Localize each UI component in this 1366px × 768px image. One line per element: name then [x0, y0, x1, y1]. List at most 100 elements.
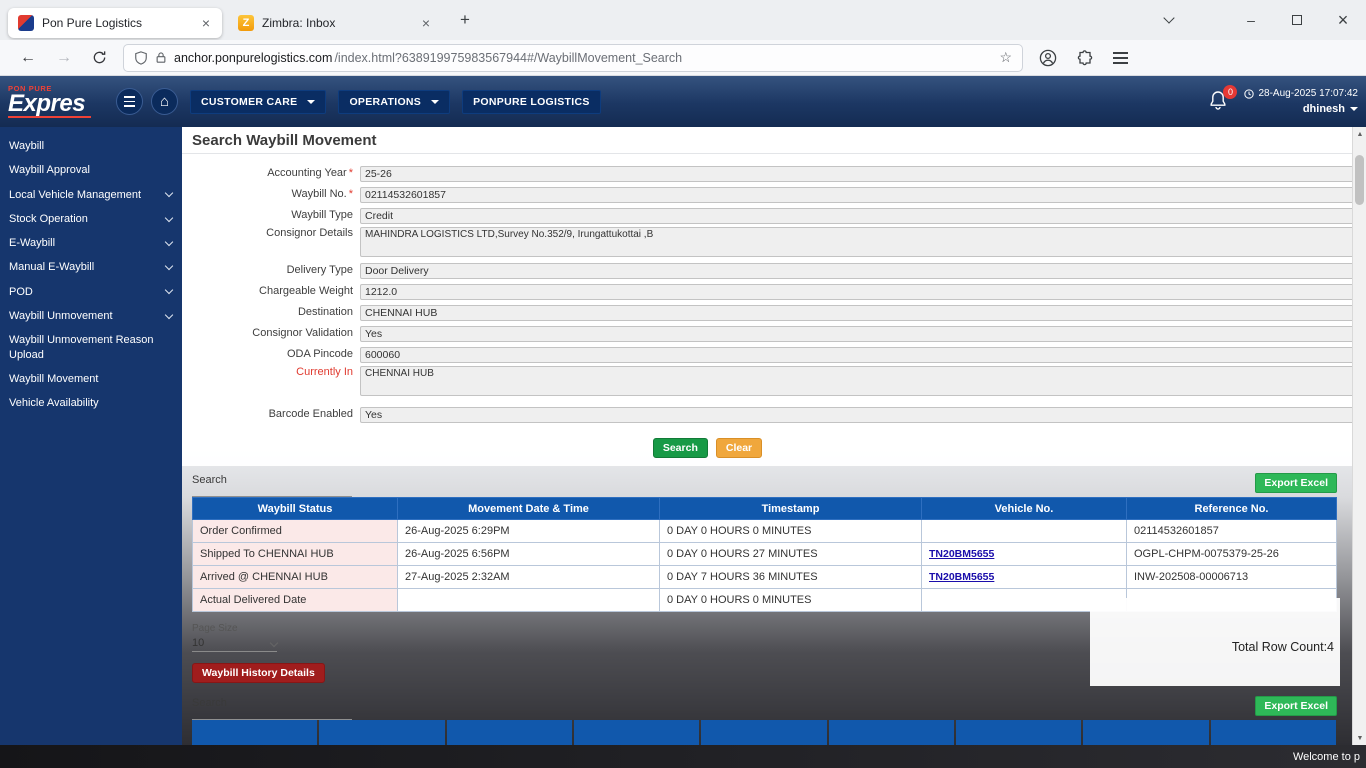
history-header-cell [955, 720, 1082, 745]
clear-button[interactable]: Clear [715, 437, 763, 458]
consignor-details-textarea[interactable]: MAHINDRA LOGISTICS LTD,Survey No.352/9, … [360, 227, 1352, 257]
forward-icon[interactable]: → [46, 49, 82, 67]
sidebar-item-waybill-unmovement-reason-upload[interactable]: Waybill Unmovement Reason Upload [0, 328, 182, 367]
currently-in-label: Currently In [296, 366, 353, 378]
caret-down-icon [307, 99, 316, 104]
tab-title: Zimbra: Inbox [262, 15, 336, 30]
notifications-button[interactable]: 0 [1208, 84, 1238, 114]
page-size-select[interactable]: 10 [192, 637, 279, 652]
menu-operations[interactable]: OPERATIONS [338, 89, 451, 114]
chevron-down-icon [164, 310, 174, 319]
barcode-enabled-input[interactable]: Yes [360, 407, 1352, 423]
vehicle-cell: TN20BM5655 [921, 565, 1127, 589]
timestamp-cell: 0 DAY 0 HOURS 27 MINUTES [659, 542, 922, 566]
sidebar-item-vehicle-availability[interactable]: Vehicle Availability [0, 391, 182, 415]
waybill-no-label: Waybill No. * [291, 187, 354, 200]
tab-pon-pure-logistics[interactable]: Pon Pure Logistics × [8, 7, 222, 38]
tab-close-icon[interactable]: × [420, 16, 432, 30]
movement-table: Waybill Status Movement Date & Time Time… [192, 497, 1337, 612]
main-content: Search Waybill Movement Accounting Year *… [182, 127, 1352, 745]
movement-export-excel-button[interactable]: Export Excel [1255, 473, 1337, 493]
maximize-button[interactable] [1274, 0, 1320, 40]
reference-cell: OGPL-CHPM-0075379-25-26 [1126, 542, 1337, 566]
sidebar-nav: Waybill Waybill Approval Local Vehicle M… [0, 127, 182, 745]
tracking-shield-icon[interactable] [134, 50, 148, 65]
menu-customer-care[interactable]: CUSTOMER CARE [190, 89, 327, 114]
chevron-down-icon [164, 286, 174, 295]
history-table-header [192, 720, 1336, 745]
url-path: /index.html?638919975983567944#/WaybillM… [334, 50, 683, 65]
movement-search-input[interactable] [192, 486, 352, 497]
destination-label: Destination [297, 305, 353, 318]
chargeable-weight-label: Chargeable Weight [259, 284, 353, 297]
sidebar-toggle-button[interactable] [116, 88, 143, 115]
page-size-label: Page Size [192, 623, 238, 634]
ponpure-express-logo[interactable]: PON PURE Expres [8, 85, 108, 119]
currently-in-textarea[interactable]: CHENNAI HUB [360, 366, 1352, 396]
refresh-icon[interactable] [82, 50, 117, 65]
extensions-icon[interactable] [1077, 49, 1093, 66]
vehicle-no-link[interactable]: TN20BM5655 [929, 571, 994, 583]
table-header-row: Waybill Status Movement Date & Time Time… [192, 497, 1337, 520]
history-export-excel-button[interactable]: Export Excel [1255, 696, 1337, 716]
oda-pincode-input[interactable]: 600060 [360, 346, 1352, 363]
waybill-history-details-button[interactable]: Waybill History Details [192, 663, 325, 683]
history-header-cell [573, 720, 700, 745]
app-menu-icon[interactable] [1113, 51, 1128, 64]
sidebar-item-waybill-approval[interactable]: Waybill Approval [0, 158, 182, 182]
tab-zimbra-inbox[interactable]: Z Zimbra: Inbox × [228, 8, 442, 38]
sidebar-item-local-vehicle-management[interactable]: Local Vehicle Management [0, 183, 182, 207]
table-row: Shipped To CHENNAI HUB 26-Aug-2025 6:56P… [192, 542, 1337, 566]
lock-icon[interactable] [155, 51, 167, 64]
sidebar-item-stock-operation[interactable]: Stock Operation [0, 207, 182, 231]
accounting-year-input[interactable]: 25-26 [360, 165, 1352, 182]
sidebar-item-waybill-unmovement[interactable]: Waybill Unmovement [0, 304, 182, 328]
status-cell: Order Confirmed [192, 519, 398, 543]
menu-ponpure-logistics[interactable]: PONPURE LOGISTICS [462, 89, 601, 114]
zimbra-favicon: Z [238, 14, 254, 31]
consignor-details-label: Consignor Details [266, 227, 353, 239]
window-close-button[interactable]: × [1320, 0, 1366, 40]
browser-toolbar: ← → anchor.ponpurelogistics.com /index.h… [0, 40, 1366, 76]
table-row: Arrived @ CHENNAI HUB 27-Aug-2025 2:32AM… [192, 565, 1337, 589]
scrollbar-thumb[interactable] [1355, 155, 1364, 205]
vertical-scrollbar[interactable]: ▲ ▼ [1352, 127, 1366, 745]
vehicle-cell [921, 519, 1127, 543]
scroll-up-icon[interactable]: ▲ [1353, 127, 1366, 141]
destination-input[interactable]: CHENNAI HUB [360, 304, 1352, 321]
vehicle-no-link[interactable]: TN20BM5655 [929, 548, 994, 560]
sidebar-item-e-waybill[interactable]: E-Waybill [0, 231, 182, 255]
history-header-cell [1210, 720, 1336, 745]
oda-pincode-label: ODA Pincode [286, 347, 353, 360]
chargeable-weight-input[interactable]: 1212.0 [360, 283, 1352, 300]
history-header-cell [319, 720, 445, 745]
minimize-button[interactable]: – [1228, 0, 1274, 40]
required-marker: * [348, 187, 353, 200]
sidebar-item-waybill-movement[interactable]: Waybill Movement [0, 367, 182, 391]
tab-close-icon[interactable]: × [200, 16, 212, 30]
scroll-down-icon[interactable]: ▼ [1353, 731, 1366, 745]
delivery-type-input[interactable]: Door Delivery [360, 262, 1352, 279]
account-icon[interactable] [1039, 49, 1057, 67]
list-tabs-icon[interactable] [1146, 0, 1192, 40]
waybill-no-input[interactable]: 02114532601857 [360, 186, 1352, 203]
user-menu[interactable]: dhinesh [1303, 103, 1358, 115]
search-button[interactable]: Search [652, 437, 708, 458]
history-search-input[interactable] [192, 709, 352, 720]
chevron-down-icon [164, 213, 174, 222]
sidebar-item-manual-e-waybill[interactable]: Manual E-Waybill [0, 255, 182, 279]
consignor-validation-input[interactable]: Yes [360, 325, 1352, 342]
reference-cell: INW-202508-00006713 [1126, 565, 1337, 589]
new-tab-button[interactable]: + [454, 10, 476, 30]
page-size-value: 10 [192, 637, 205, 649]
bookmark-star-icon[interactable]: ☆ [999, 49, 1012, 66]
sidebar-item-waybill[interactable]: Waybill [0, 134, 182, 158]
back-icon[interactable]: ← [10, 49, 46, 67]
history-header-cell [446, 720, 572, 745]
address-bar[interactable]: anchor.ponpurelogistics.com /index.html?… [123, 43, 1023, 72]
sidebar-item-pod[interactable]: POD [0, 280, 182, 304]
browser-tab-bar: Pon Pure Logistics × Z Zimbra: Inbox × +… [0, 0, 1366, 40]
waybill-type-input[interactable]: Credit [360, 207, 1352, 224]
header-datetime: 28-Aug-2025 17:07:42 [1244, 88, 1358, 99]
home-button[interactable]: ⌂ [151, 88, 178, 115]
